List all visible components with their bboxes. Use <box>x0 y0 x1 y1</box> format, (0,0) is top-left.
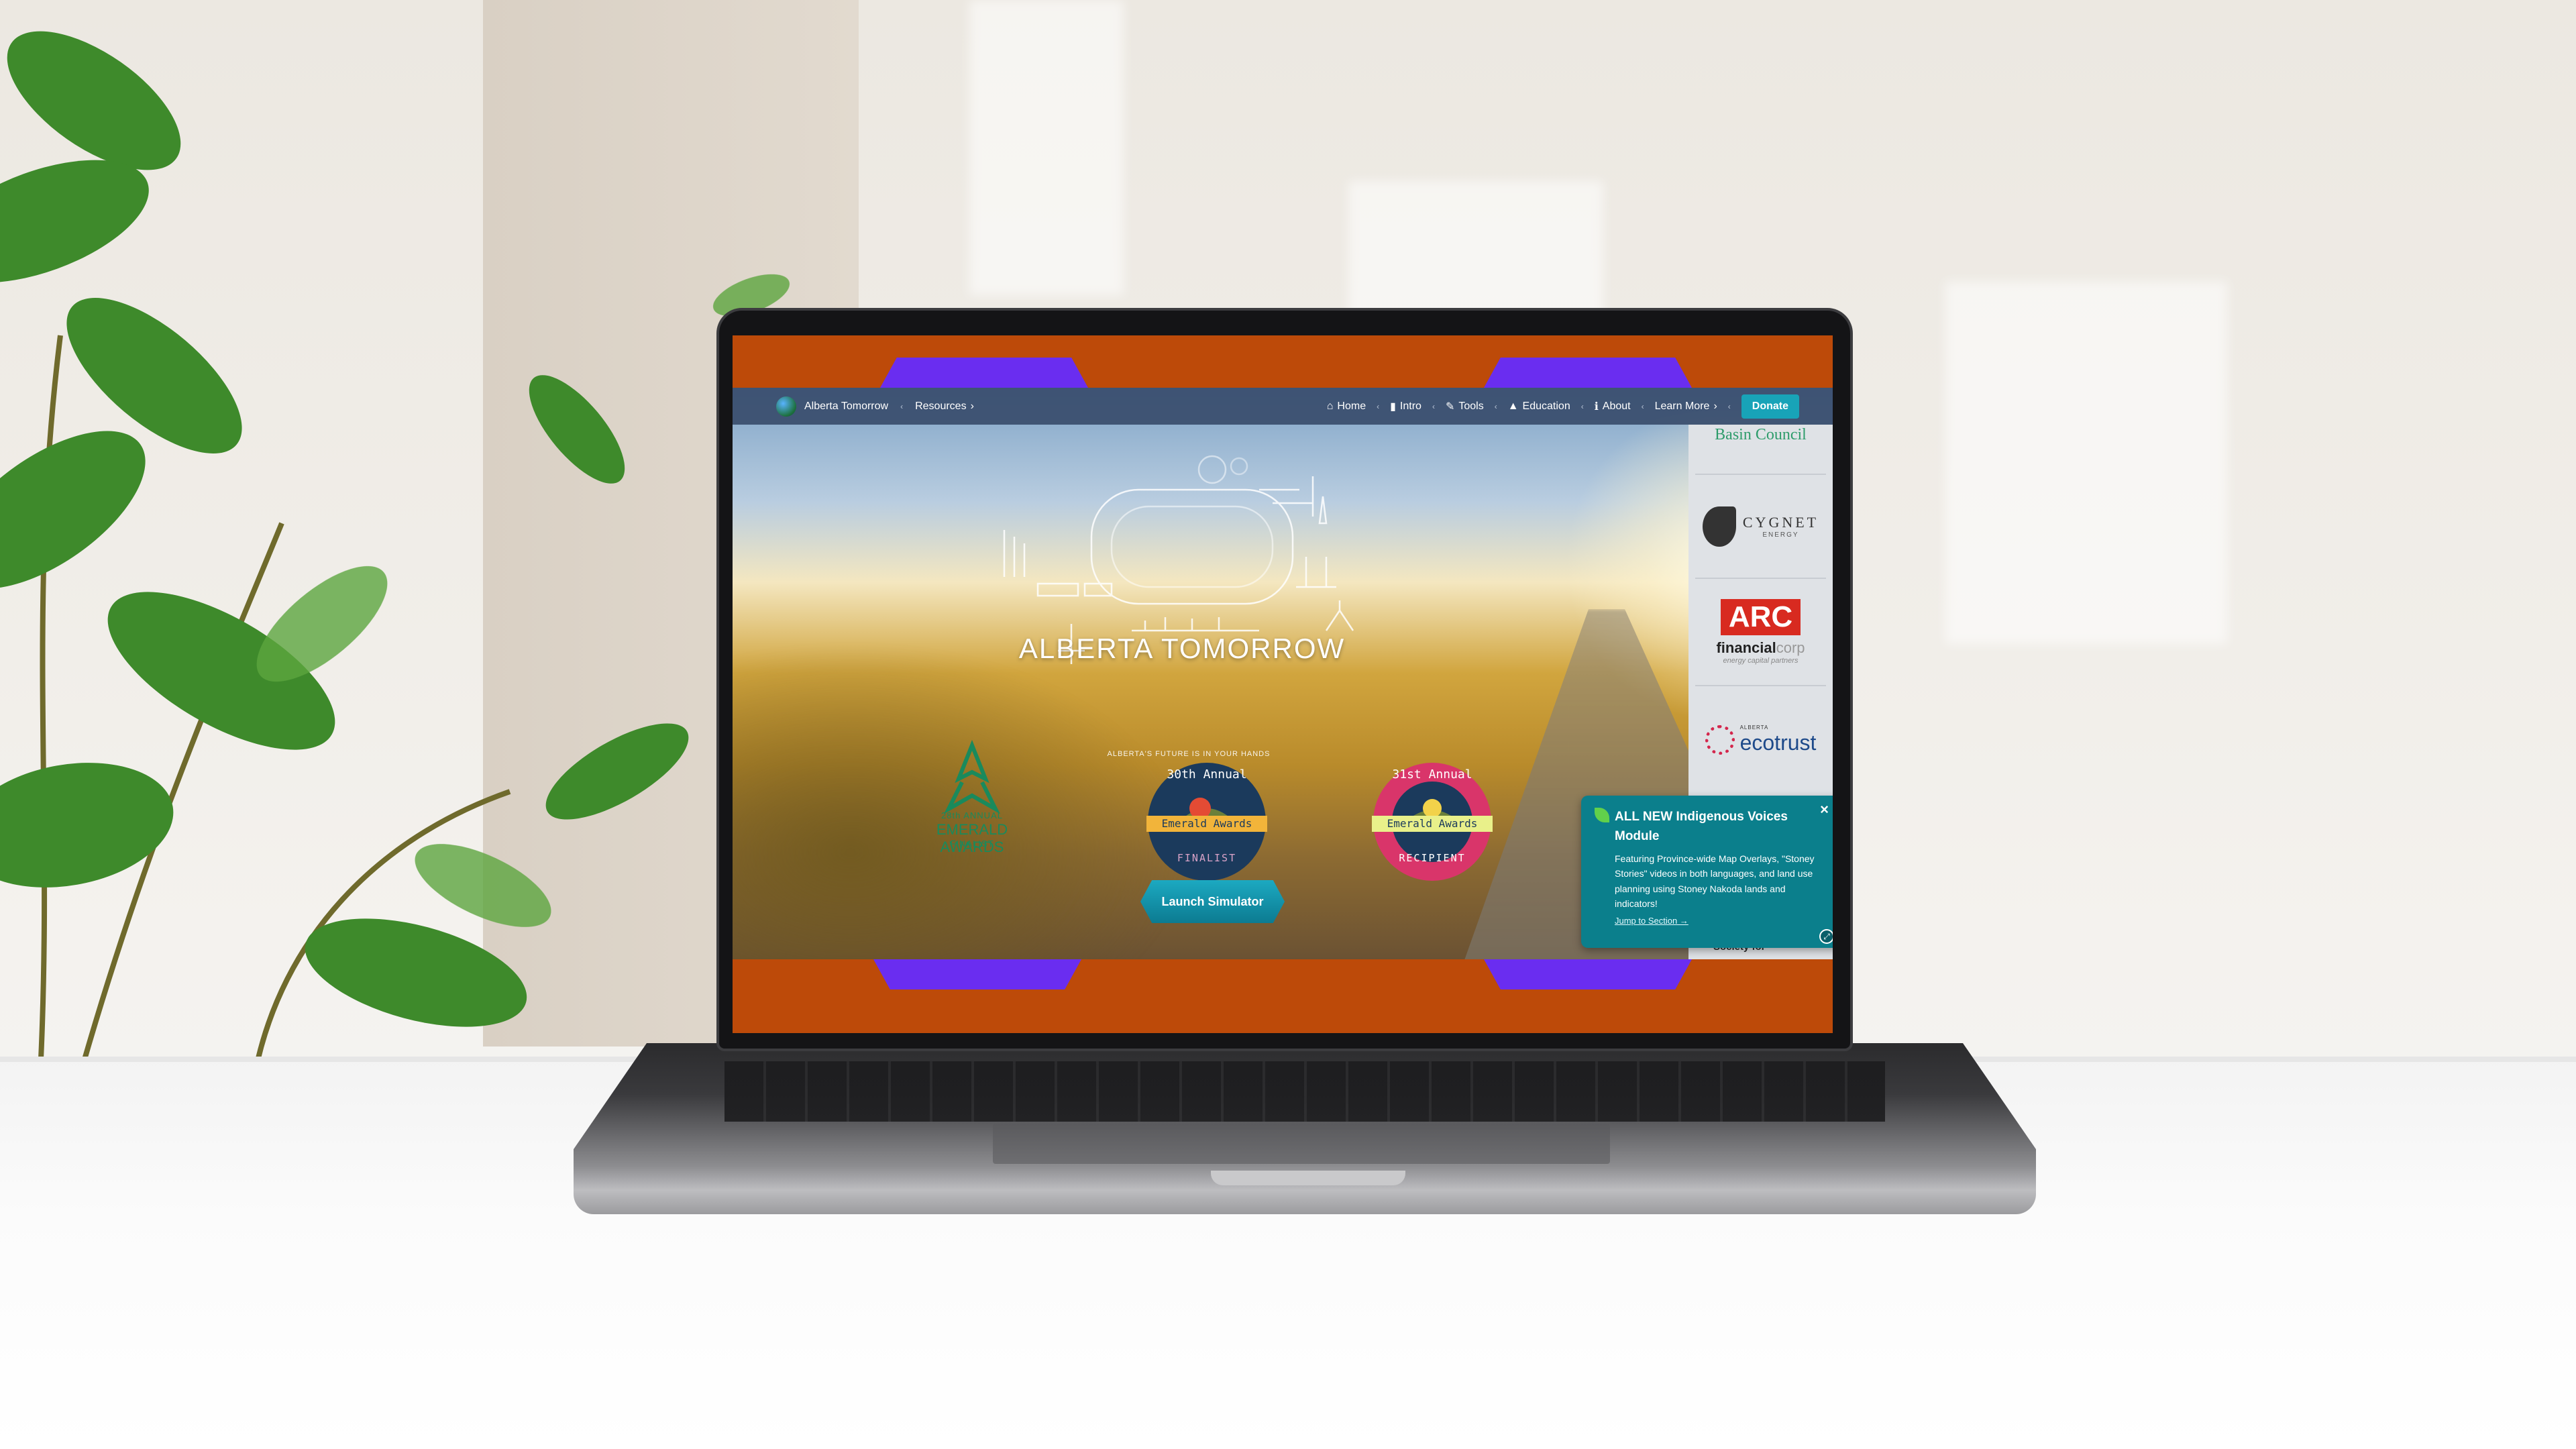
nav-learn-more-label: Learn More <box>1654 400 1710 412</box>
award-bottom-text: FINALIST <box>1177 852 1237 864</box>
award-top-text: 30th Annual <box>1167 767 1247 782</box>
nav-separator: ‹ <box>1727 401 1731 411</box>
nav-tools-label: Tools <box>1458 400 1484 412</box>
plant-decoration <box>0 31 790 1073</box>
top-navbar: Alberta Tomorrow ‹ Resources › ⌂ Home ‹ … <box>733 388 1833 425</box>
breadcrumb-separator: ‹ <box>900 401 904 411</box>
nav-about-label: About <box>1602 400 1631 412</box>
home-icon: ⌂ <box>1326 400 1334 412</box>
top-ribbon <box>733 335 1833 388</box>
sponsor-basin-council-name: Basin Council <box>1715 426 1807 443</box>
nav-separator: ‹ <box>1641 401 1644 411</box>
award-bottom-text: FINALIST <box>950 839 994 849</box>
hero-line-art <box>1003 455 1354 664</box>
ribbon-tab <box>1484 959 1692 989</box>
announcement-popup: × ALL NEW Indigenous Voices Module Featu… <box>1581 796 1833 948</box>
ribbon-tab <box>1484 358 1692 388</box>
nav-resources-label: Resources <box>915 400 967 412</box>
nav-separator: ‹ <box>1432 401 1435 411</box>
award-name-banner: Emerald Awards <box>1372 816 1493 832</box>
close-icon[interactable]: × <box>1820 801 1829 818</box>
sunlight-patch <box>1945 282 2227 644</box>
sponsor-arc-line1b: corp <box>1776 639 1805 656</box>
nav-separator: ‹ <box>1580 401 1584 411</box>
award-top-text: 28th ANNUAL <box>941 810 1003 820</box>
award-name-banner: Emerald Awards <box>1146 816 1267 832</box>
chevron-right-icon: › <box>1713 400 1717 412</box>
nav-separator: ‹ <box>1377 401 1380 411</box>
nav-intro[interactable]: ▮ Intro <box>1390 400 1421 413</box>
sponsor-ecotrust-pre: ALBERTA <box>1739 724 1769 731</box>
sponsor-cygnet-sub: ENERGY <box>1762 531 1799 539</box>
nav-education[interactable]: ▲ Education <box>1508 400 1570 413</box>
nav-intro-label: Intro <box>1399 400 1421 412</box>
award-badge-31st: 31st Annual Emerald Awards RECIPIENT <box>1368 758 1496 885</box>
bottom-ribbon <box>733 959 1833 1033</box>
graduation-cap-icon: ▲ <box>1507 400 1519 412</box>
sponsor-cygnet-name: CYGNET <box>1742 514 1819 531</box>
laptop-trackpad <box>993 1124 1610 1164</box>
nav-home-label: Home <box>1337 400 1366 412</box>
leaf-icon <box>1595 808 1609 822</box>
donate-button[interactable]: Donate <box>1741 394 1799 419</box>
award-top-text: 31st Annual <box>1392 767 1472 782</box>
sponsor-arc-name: ARC <box>1720 599 1801 635</box>
launch-simulator-button[interactable]: Launch Simulator <box>1140 880 1285 923</box>
nav-about[interactable]: ℹ About <box>1595 400 1631 413</box>
sponsor-arc-line1: financial <box>1716 639 1776 656</box>
nav-learn-more[interactable]: Learn More › <box>1655 400 1717 413</box>
sponsor-arc-financial[interactable]: ARC financialcorp energy capital partner… <box>1695 579 1826 686</box>
sponsor-basin-council[interactable]: Basin Council <box>1695 425 1826 475</box>
popup-body: Featuring Province-wide Map Overlays, "S… <box>1615 853 1815 910</box>
laptop-screen: ALBERTA TOMORROW ALBERTA'S FUTURE IS IN … <box>733 335 1833 1033</box>
nav-home[interactable]: ⌂ Home <box>1327 400 1366 413</box>
expand-icon[interactable]: ⤢ <box>1819 929 1833 944</box>
nav-tools[interactable]: ✎ Tools <box>1446 400 1484 413</box>
ribbon-tab <box>880 358 1088 388</box>
flower-logo-icon <box>1705 725 1735 755</box>
ribbon-tab <box>873 959 1081 989</box>
book-icon: ▮ <box>1390 400 1396 413</box>
laptop-keyboard <box>724 1061 1885 1122</box>
popup-title: ALL NEW Indigenous Voices Module <box>1615 810 1788 843</box>
site-name-link[interactable]: Alberta Tomorrow <box>804 400 888 413</box>
site-logo-globe-icon[interactable] <box>776 396 796 417</box>
sponsor-cygnet[interactable]: CYGNET ENERGY <box>1695 475 1826 579</box>
nav-separator: ‹ <box>1494 401 1497 411</box>
sponsor-ecotrust-name: ecotrust <box>1739 731 1817 755</box>
swan-logo-icon <box>1702 506 1736 547</box>
sunlight-patch <box>969 0 1124 295</box>
award-badge-28th: 28th ANNUAL EMERALD AWARDS FINALIST <box>908 735 1036 863</box>
nav-education-label: Education <box>1522 400 1570 412</box>
info-icon: ℹ <box>1594 400 1599 413</box>
chevron-right-icon: › <box>970 400 974 412</box>
wrench-icon: ✎ <box>1445 400 1455 413</box>
hero-tagline: ALBERTA'S FUTURE IS IN YOUR HANDS <box>1107 750 1271 758</box>
jump-to-section-link[interactable]: Jump to Section → <box>1615 916 1688 926</box>
award-badge-30th: 30th Annual Emerald Awards FINALIST <box>1143 758 1271 885</box>
nav-resources[interactable]: Resources › <box>915 400 974 413</box>
sponsor-alberta-ecotrust[interactable]: ALBERTA ecotrust <box>1695 686 1826 794</box>
hero-title: ALBERTA TOMORROW <box>1018 633 1346 664</box>
laptop-hinge-notch <box>1211 1171 1405 1185</box>
sponsor-arc-line2: energy capital partners <box>1723 657 1799 665</box>
award-bottom-text: RECIPIENT <box>1399 852 1466 864</box>
